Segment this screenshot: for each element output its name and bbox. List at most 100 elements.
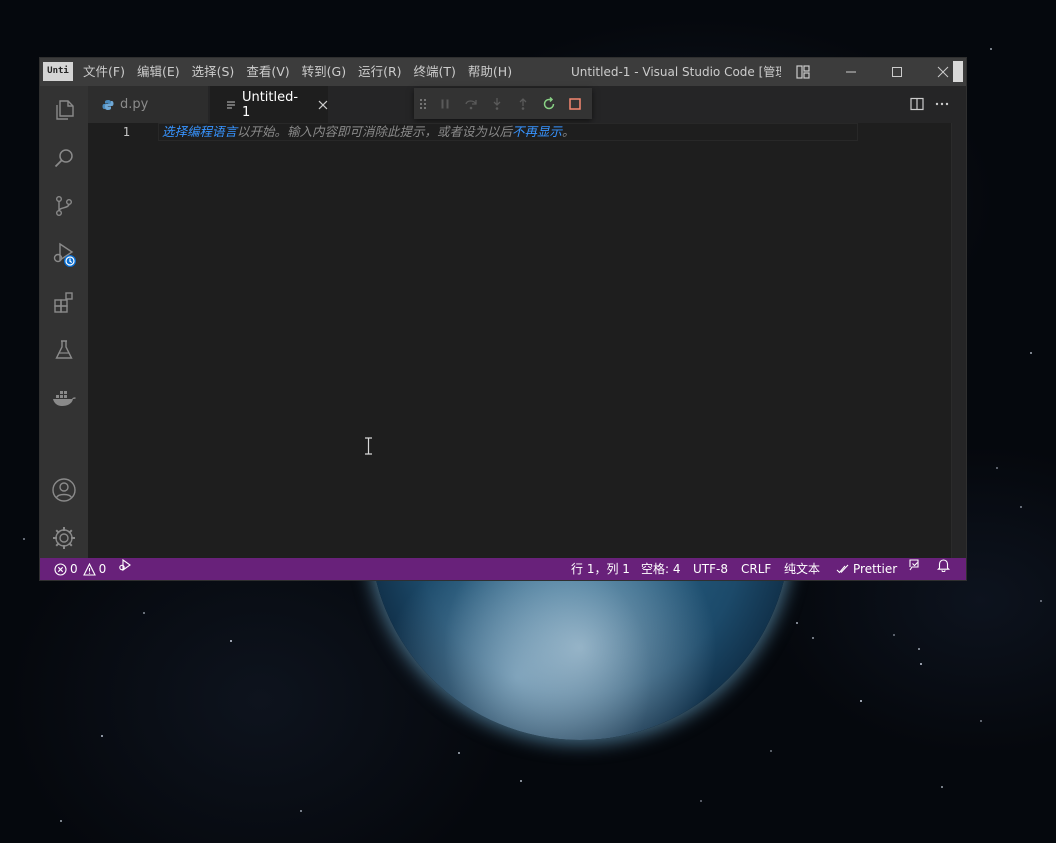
activity-bar: [40, 86, 88, 558]
layout-icon: [796, 65, 810, 79]
problems-status[interactable]: 0 0: [54, 558, 106, 580]
star: [1030, 352, 1032, 354]
debug-step-into-button[interactable]: [484, 88, 510, 119]
line-number: 1: [122, 125, 130, 139]
star: [143, 612, 145, 614]
eol-status[interactable]: CRLF: [741, 558, 771, 580]
step-out-icon: [519, 97, 527, 110]
dont-show-again-link[interactable]: 不再显示: [512, 124, 562, 139]
debug-pause-button[interactable]: [432, 88, 458, 119]
indentation-status[interactable]: 空格: 4: [641, 558, 681, 580]
star: [101, 735, 103, 737]
star: [230, 640, 232, 642]
star: [990, 48, 992, 50]
language-mode-status[interactable]: 纯文本: [784, 558, 820, 580]
account-icon: [52, 478, 76, 502]
menu-selection[interactable]: 选择(S): [186, 58, 241, 86]
tab-untitled-1-label: Untitled-1: [241, 89, 299, 120]
files-icon: [56, 100, 74, 120]
app-icon[interactable]: Unti: [43, 62, 73, 81]
error-count: 0: [70, 562, 78, 576]
star: [1040, 600, 1042, 602]
double-check-icon: [836, 564, 849, 574]
search-button[interactable]: [40, 134, 88, 182]
feedback-button[interactable]: [907, 558, 921, 572]
hint-text: 以开始。输入内容即可消除此提示，或者设为以后: [237, 124, 513, 139]
more-icon: [935, 102, 949, 106]
star: [980, 720, 982, 722]
run-debug-button[interactable]: [40, 230, 88, 278]
maximize-button[interactable]: [877, 58, 917, 86]
accounts-button[interactable]: [40, 466, 88, 514]
customize-layout-button[interactable]: [783, 58, 823, 86]
prettier-label: Prettier: [853, 562, 898, 576]
editor-area[interactable]: 1 选择编程语言以开始。输入内容即可消除此提示，或者设为以后不再显示。: [88, 123, 966, 558]
star: [796, 622, 798, 624]
menu-edit[interactable]: 编辑(E): [131, 58, 186, 86]
menu-help[interactable]: 帮助(H): [462, 58, 518, 86]
star: [60, 820, 62, 822]
restart-icon: [543, 96, 555, 109]
star: [1020, 506, 1022, 508]
star: [893, 634, 895, 636]
feedback-icon: [909, 559, 919, 571]
manage-button[interactable]: [40, 514, 88, 562]
source-control-button[interactable]: [40, 182, 88, 230]
minimize-button[interactable]: [831, 58, 871, 86]
more-actions-button[interactable]: [934, 96, 950, 115]
star: [23, 538, 25, 540]
star: [941, 786, 943, 788]
debug-step-out-button[interactable]: [510, 88, 536, 119]
close-tab-icon[interactable]: [318, 100, 328, 110]
explorer-button[interactable]: [40, 86, 88, 134]
star: [458, 752, 460, 754]
error-icon: [54, 562, 67, 576]
text-file-icon: [226, 101, 235, 108]
search-icon: [54, 149, 73, 168]
debug-drag-handle[interactable]: [414, 88, 432, 119]
menu-goto[interactable]: 转到(G): [296, 58, 352, 86]
extensions-icon: [54, 292, 73, 313]
tab-d-py-label: d.py: [120, 97, 149, 112]
debug-restart-button[interactable]: [536, 88, 562, 119]
menu-file[interactable]: 文件(F): [77, 58, 131, 86]
gripper-icon: [420, 98, 426, 109]
menu-view[interactable]: 查看(V): [240, 58, 295, 86]
docker-icon: [53, 391, 76, 406]
pause-icon: [441, 99, 449, 108]
step-over-icon: [465, 99, 477, 109]
star: [300, 810, 302, 812]
prettier-status[interactable]: Prettier: [836, 558, 897, 580]
encoding-status[interactable]: UTF-8: [693, 558, 728, 580]
tab-d-py[interactable]: d.py: [88, 86, 208, 123]
minimize-icon: [846, 71, 856, 73]
select-language-link[interactable]: 选择编程语言: [162, 124, 237, 139]
cursor-position-status[interactable]: 行 1，列 1: [571, 558, 630, 580]
vscode-window: Unti 文件(F) 编辑(E) 选择(S) 查看(V) 转到(G) 运行(R)…: [40, 58, 966, 580]
notifications-button[interactable]: [937, 558, 950, 572]
star: [700, 800, 702, 802]
tab-untitled-1[interactable]: Untitled-1: [210, 86, 328, 123]
star: [812, 637, 814, 639]
warning-icon: [82, 562, 96, 576]
menu-bar: 文件(F) 编辑(E) 选择(S) 查看(V) 转到(G) 运行(R) 终端(T…: [77, 58, 518, 86]
title-bar: Unti 文件(F) 编辑(E) 选择(S) 查看(V) 转到(G) 运行(R)…: [40, 58, 966, 86]
scroll-grip[interactable]: [953, 61, 963, 82]
debug-status[interactable]: [118, 558, 132, 572]
debug-step-over-button[interactable]: [458, 88, 484, 119]
editor-scrollbar[interactable]: [951, 123, 966, 558]
text-cursor-icon: [365, 437, 372, 455]
menu-terminal[interactable]: 终端(T): [408, 58, 462, 86]
settings-gear-icon: [53, 527, 75, 549]
status-bar: 0 0 行 1，列 1 空格: 4 UTF-8 CRLF 纯文本 Prettie…: [40, 558, 966, 580]
split-editor-button[interactable]: [910, 96, 924, 115]
debug-stop-button[interactable]: [562, 88, 588, 119]
extensions-button[interactable]: [40, 278, 88, 326]
docker-button[interactable]: [40, 374, 88, 422]
testing-button[interactable]: [40, 326, 88, 374]
maximize-icon: [892, 67, 902, 77]
stop-icon: [569, 97, 581, 110]
split-editor-icon: [910, 97, 924, 111]
menu-run[interactable]: 运行(R): [352, 58, 407, 86]
debug-alt-icon: [119, 558, 131, 572]
